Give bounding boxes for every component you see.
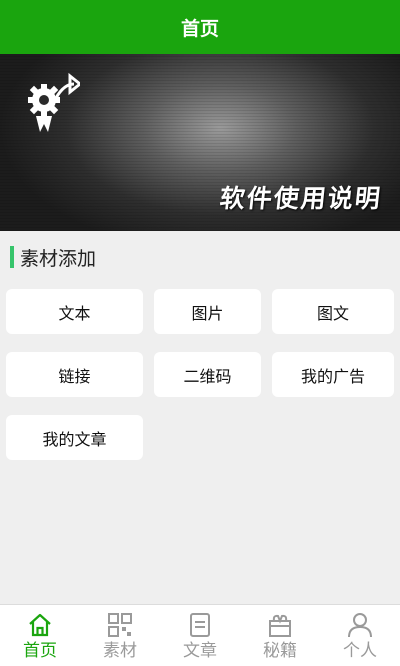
tab-articles[interactable]: 文章 — [160, 605, 240, 666]
tile-label: 我的广告 — [300, 366, 365, 386]
tab-profile[interactable]: 个人 — [320, 605, 400, 666]
tab-label: 素材 — [103, 641, 137, 661]
tile-text[interactable]: 文本 — [6, 289, 143, 334]
tile-label: 我的文章 — [42, 429, 107, 449]
tile-label: 链接 — [58, 366, 91, 386]
page-title: 首页 — [180, 17, 219, 40]
tab-materials[interactable]: 素材 — [80, 605, 160, 666]
tile-link[interactable]: 链接 — [6, 352, 143, 397]
tile-qrcode[interactable]: 二维码 — [154, 352, 261, 397]
tile-label: 图片 — [191, 303, 224, 323]
tile-label: 文本 — [58, 303, 91, 323]
banner-caption: 软件使用说明 — [218, 184, 384, 213]
tile-label: 图文 — [316, 303, 349, 323]
person-icon — [348, 613, 372, 638]
grid-icon — [108, 613, 132, 637]
section-accent-bar — [10, 246, 14, 268]
tab-label: 首页 — [23, 641, 57, 661]
tab-label: 文章 — [183, 641, 217, 661]
tab-home[interactable]: 首页 — [0, 605, 80, 666]
home-icon — [29, 613, 51, 637]
gift-icon — [269, 614, 291, 637]
tab-label: 秘籍 — [263, 641, 297, 661]
document-icon — [190, 613, 210, 637]
tile-my-articles[interactable]: 我的文章 — [6, 415, 143, 460]
tile-image[interactable]: 图片 — [154, 289, 261, 334]
tile-image-text[interactable]: 图文 — [272, 289, 394, 334]
tile-label: 二维码 — [183, 366, 232, 386]
tile-my-ads[interactable]: 我的广告 — [272, 352, 394, 397]
tab-label: 个人 — [343, 641, 377, 661]
section-title: 素材添加 — [20, 247, 97, 270]
section-header: 素材添加 — [10, 244, 96, 270]
title-bar: 首页 — [0, 0, 400, 54]
banner-logo-icon — [28, 72, 80, 132]
bottom-tab-bar: 首页 素材 文章 秘籍 个人 — [0, 604, 400, 666]
banner[interactable]: 软件使用说明 — [0, 54, 400, 231]
tab-tips[interactable]: 秘籍 — [240, 605, 320, 666]
